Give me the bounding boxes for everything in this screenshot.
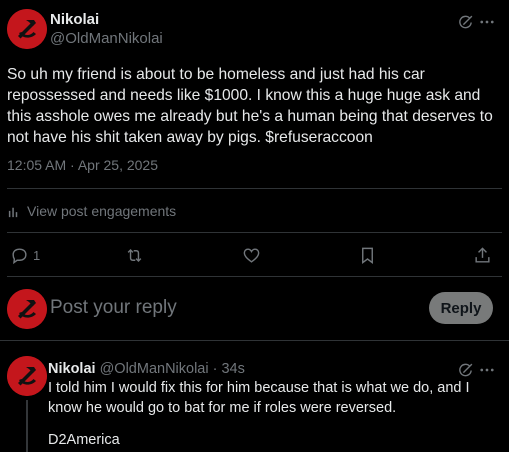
reply-text-tag: D2America (48, 432, 120, 448)
like-icon (243, 248, 260, 263)
share-action[interactable] (473, 246, 492, 265)
author-avatar[interactable] (7, 9, 47, 49)
repost-icon (127, 248, 142, 263)
composer-avatar[interactable] (7, 289, 47, 329)
bookmark-icon (362, 247, 373, 265)
reply-action[interactable]: 1 (10, 246, 40, 265)
view-engagements-link[interactable]: View post engagements (7, 203, 176, 219)
divider (7, 232, 502, 233)
divider (0, 340, 509, 341)
divider (7, 188, 502, 189)
more-icon[interactable] (477, 360, 497, 380)
hammer-sickle-icon (7, 356, 47, 396)
hammer-sickle-icon (7, 9, 47, 49)
divider (7, 276, 502, 277)
reply-author-avatar[interactable] (7, 356, 47, 396)
bookmark-action[interactable] (358, 246, 377, 265)
repost-action[interactable] (125, 246, 144, 265)
grok-icon[interactable] (455, 12, 475, 32)
post-text: So uh my friend is about to be homeless … (7, 66, 493, 146)
reply-text: I told him I would fix this for him beca… (48, 380, 470, 416)
reply-author-name[interactable]: Nikolai (48, 361, 96, 377)
share-icon (475, 247, 490, 263)
reply-author-handle[interactable]: @OldManNikolai (100, 361, 209, 377)
author-name[interactable]: Nikolai (50, 11, 99, 28)
more-icon[interactable] (477, 12, 497, 32)
reply-count: 1 (33, 248, 41, 263)
reply-icon (12, 248, 27, 265)
reply-input[interactable]: Post your reply (50, 297, 177, 319)
reply-time[interactable]: · 34s (213, 361, 245, 377)
reply-header: Nikolai @OldManNikolai · 34s (48, 361, 245, 377)
post-timestamp[interactable]: 12:05 AM · Apr 25, 2025 (7, 157, 158, 173)
reply-button[interactable]: Reply (429, 292, 493, 324)
like-action[interactable] (242, 246, 261, 265)
engagements-label: View post engagements (27, 203, 177, 219)
grok-icon[interactable] (455, 360, 475, 380)
author-handle[interactable]: @OldManNikolai (50, 30, 163, 47)
analytics-icon (8, 207, 18, 217)
thread-line (26, 400, 28, 452)
hammer-sickle-icon (7, 289, 47, 329)
